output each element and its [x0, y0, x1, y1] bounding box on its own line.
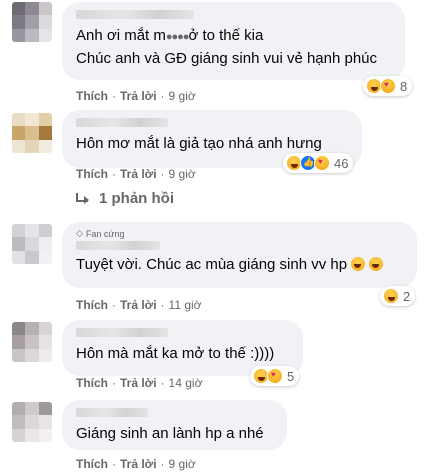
diamond-icon: ◇	[76, 228, 83, 238]
reply-button[interactable]: Trả lời	[120, 298, 157, 312]
reply-button[interactable]: Trả lời	[120, 89, 157, 103]
comment-text: Hôn mơ mắt là giả tạo nhá anh hưng	[76, 135, 322, 152]
reaction-count: 2	[403, 288, 411, 304]
love-icon	[267, 368, 283, 384]
like-button[interactable]: Thích	[76, 457, 108, 471]
comment-actions: Thích · Trả lời · 9 giờ	[76, 457, 196, 471]
grinning-emoji-icon	[351, 257, 366, 271]
love-icon	[380, 78, 396, 94]
fan-badge[interactable]: ◇ Fan cứng	[76, 228, 405, 239]
author-name-blurred[interactable]	[76, 10, 194, 19]
author-name-blurred[interactable]	[76, 118, 168, 127]
comment-text: Hôn mà mắt ka mở to thế :))))	[76, 345, 275, 362]
avatar[interactable]	[12, 402, 52, 442]
author-name-blurred[interactable]	[76, 328, 168, 337]
reaction-count: 8	[400, 78, 408, 94]
reply-button[interactable]: Trả lời	[120, 376, 157, 390]
timestamp[interactable]: 14 giờ	[169, 376, 203, 390]
reactions-summary[interactable]: 46	[283, 153, 354, 173]
masked-text: ●●●●	[165, 31, 190, 43]
like-button[interactable]: Thích	[76, 89, 108, 103]
timestamp[interactable]: 9 giờ	[169, 89, 196, 103]
reply-button[interactable]: Trả lời	[120, 167, 157, 181]
reply-arrow-icon	[75, 192, 91, 205]
love-icon	[314, 155, 330, 171]
comment-bubble: Giáng sinh an lành hp a nhé	[62, 400, 287, 450]
avatar[interactable]	[12, 322, 52, 362]
comment-bubble: ◇ Fan cứng Tuyệt vời. Chúc ac mùa giáng …	[62, 222, 417, 288]
reaction-count: 46	[334, 155, 349, 171]
comment-actions: Thích · Trả lời · 14 giờ	[76, 376, 203, 390]
like-button[interactable]: Thích	[76, 167, 108, 181]
timestamp[interactable]: 9 giờ	[169, 457, 196, 471]
reactions-summary[interactable]: 8	[363, 76, 413, 96]
avatar[interactable]	[12, 2, 52, 42]
like-button[interactable]: Thích	[76, 298, 108, 312]
haha-icon	[383, 288, 399, 304]
comment-actions: Thích · Trả lời · 9 giờ	[76, 167, 196, 181]
reply-button[interactable]: Trả lời	[120, 457, 157, 471]
author-name-blurred[interactable]	[76, 408, 148, 417]
like-button[interactable]: Thích	[76, 376, 108, 390]
comment-actions: Thích · Trả lời · 11 giờ	[76, 298, 202, 312]
view-replies-link[interactable]: 1 phản hồi	[75, 190, 174, 207]
reaction-count: 5	[287, 368, 295, 384]
timestamp[interactable]: 11 giờ	[169, 298, 202, 312]
comment-actions: Thích · Trả lời · 9 giờ	[76, 89, 196, 103]
timestamp[interactable]: 9 giờ	[169, 167, 196, 181]
author-name-blurred[interactable]	[76, 241, 160, 250]
grinning-emoji-icon	[369, 257, 384, 271]
comment-text: Giáng sinh an lành hp a nhé	[76, 425, 264, 442]
comment-text: Anh ơi mắt m●●●●ở to thế kia Chúc anh và…	[76, 27, 378, 67]
avatar[interactable]	[12, 113, 52, 153]
avatar[interactable]	[12, 224, 52, 264]
reactions-summary[interactable]: 5	[250, 366, 300, 386]
comment-bubble: Anh ơi mắt m●●●●ở to thế kia Chúc anh và…	[62, 2, 405, 80]
comment-text: Tuyệt vời. Chúc ac mùa giáng sinh vv hp	[76, 254, 405, 275]
reactions-summary[interactable]: 2	[380, 286, 416, 306]
